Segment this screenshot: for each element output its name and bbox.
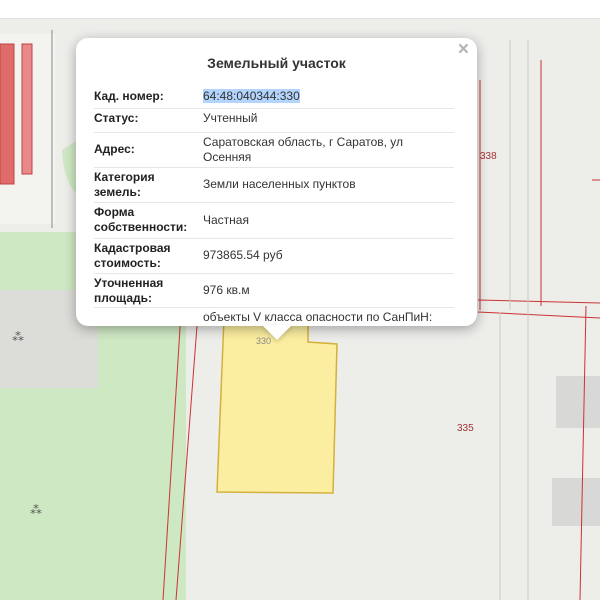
- parcel-label: 335: [457, 423, 474, 434]
- info-row-address: Адрес: Саратовская область, г Саратов, у…: [94, 133, 454, 168]
- info-label: Категория земель:: [94, 170, 155, 199]
- info-value: объекты V класса опасности по СанПиН:: [203, 310, 433, 324]
- info-value: Земли населенных пунктов: [203, 177, 356, 191]
- parcel-info-popup: × Земельный участок Кад. номер: 64:48:04…: [76, 38, 477, 326]
- parcel-label: 338: [480, 151, 497, 162]
- selected-text: 64:48:040344:330: [203, 89, 300, 103]
- info-row-extra: объекты V класса опасности по СанПиН:: [94, 308, 454, 326]
- red-building: [0, 43, 15, 185]
- grey-building: [556, 376, 600, 428]
- red-building: [21, 43, 33, 175]
- info-row-cadastral-cost: Кадастровая стоимость: 973865.54 руб: [94, 239, 454, 274]
- info-row-status: Статус: Учтенный: [94, 109, 454, 133]
- info-value: 976 кв.м: [203, 282, 250, 297]
- info-label: Адрес:: [94, 142, 135, 156]
- top-toolbar: [0, 0, 600, 19]
- info-label: Форма собственности:: [94, 205, 188, 234]
- grey-building: [552, 478, 600, 526]
- info-label: Статус:: [94, 111, 139, 125]
- info-row-area: Уточненная площадь: 976 кв.м: [94, 274, 454, 308]
- info-label: Уточненная площадь:: [94, 276, 164, 305]
- popup-pointer: [262, 325, 292, 340]
- info-value: Саратовская область, г Саратов, ул Осенн…: [203, 135, 404, 164]
- info-value: Частная: [203, 212, 249, 227]
- info-label: Кад. номер:: [94, 89, 164, 103]
- symbol-icon: ⁂: [30, 503, 42, 517]
- info-row-land-category: Категория земель: Земли населенных пункт…: [94, 168, 454, 203]
- popup-title: Земельный участок: [207, 55, 346, 71]
- symbol-icon: ⁂: [12, 330, 24, 344]
- info-value: 973865.54 руб: [203, 248, 283, 262]
- info-row-ownership: Форма собственности: Частная: [94, 203, 454, 239]
- parcel-info-table: Кад. номер: 64:48:040344:330 Статус: Учт…: [94, 87, 454, 326]
- info-label: [94, 310, 203, 326]
- selected-parcel[interactable]: [216, 317, 338, 494]
- info-value-cadastral-number[interactable]: 64:48:040344:330: [203, 89, 454, 105]
- info-label: Кадастровая стоимость:: [94, 241, 171, 270]
- info-row-cadastral-number: Кад. номер: 64:48:040344:330: [94, 87, 454, 109]
- info-value: Учтенный: [203, 111, 258, 125]
